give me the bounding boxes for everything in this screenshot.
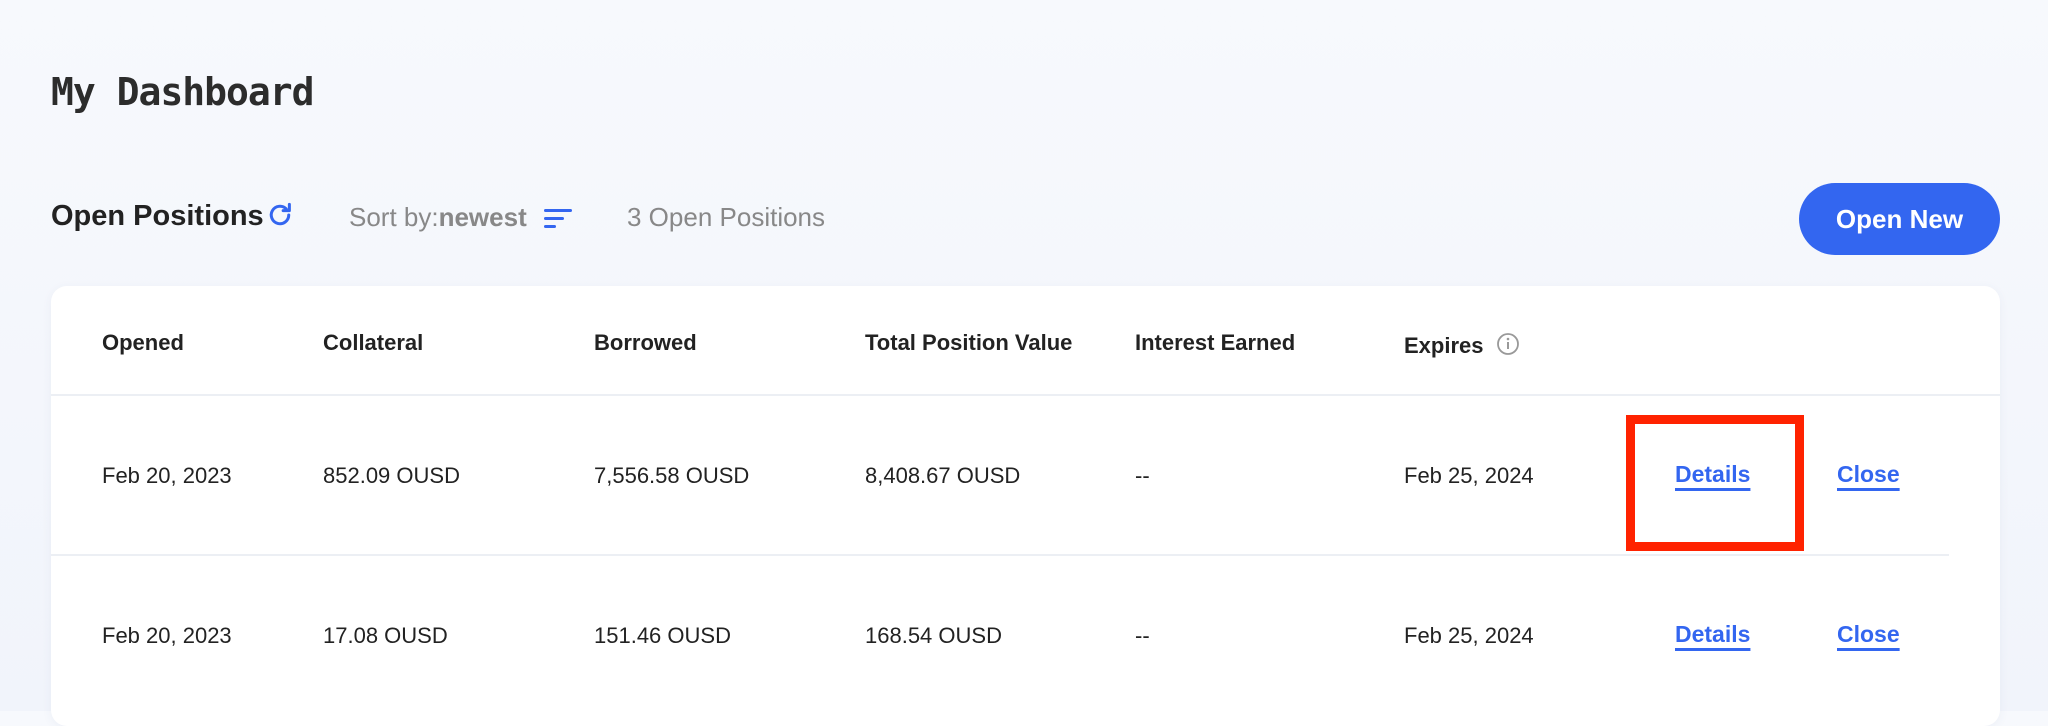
column-header-borrowed: Borrowed	[594, 330, 697, 355]
open-positions-count: 3 Open Positions	[627, 202, 826, 232]
column-header-expires-label: Expires	[1404, 333, 1484, 358]
cell-borrowed: 7,556.58 OUSD	[594, 463, 750, 488]
cell-expires: Feb 25, 2024	[1404, 463, 1534, 488]
column-header-total-position-value: Total Position Value	[865, 330, 1073, 355]
close-link[interactable]: Close	[1837, 461, 1900, 488]
refresh-icon[interactable]	[265, 200, 295, 230]
positions-toolbar: Open Positions Sort by:newest 3 Open Pos…	[51, 183, 2000, 255]
sort-control[interactable]: Sort by:newest	[349, 202, 527, 233]
column-header-interest-earned: Interest Earned	[1135, 330, 1296, 355]
cell-collateral: 17.08 OUSD	[323, 623, 448, 648]
sort-value: newest	[438, 202, 527, 232]
sort-label: Sort by:	[349, 202, 439, 232]
open-new-button[interactable]: Open New	[1799, 183, 2000, 255]
details-link[interactable]: Details	[1675, 621, 1750, 648]
page-title: My Dashboard	[51, 70, 315, 114]
cell-total-position-value: 168.54 OUSD	[865, 623, 1002, 648]
cell-collateral: 852.09 OUSD	[323, 463, 460, 488]
column-header-opened: Opened	[102, 330, 184, 355]
cell-opened: Feb 20, 2023	[102, 463, 232, 488]
column-header-collateral: Collateral	[323, 330, 424, 355]
cell-expires: Feb 25, 2024	[1404, 623, 1534, 648]
info-icon[interactable]	[1496, 332, 1520, 356]
row-divider	[51, 554, 1949, 556]
positions-table: Opened Collateral Borrowed Total Positio…	[51, 286, 2000, 726]
cell-interest-earned: --	[1135, 463, 1150, 488]
cell-opened: Feb 20, 2023	[102, 623, 232, 648]
section-title: Open Positions	[51, 200, 264, 232]
header-divider	[51, 394, 2000, 396]
cell-borrowed: 151.46 OUSD	[594, 623, 731, 648]
close-link[interactable]: Close	[1837, 621, 1900, 648]
cell-interest-earned: --	[1135, 623, 1150, 648]
sort-icon[interactable]	[542, 206, 574, 230]
cell-total-position-value: 8,408.67 OUSD	[865, 463, 1021, 488]
highlight-box	[1626, 415, 1804, 551]
column-header-expires: Expires	[1404, 333, 1520, 359]
